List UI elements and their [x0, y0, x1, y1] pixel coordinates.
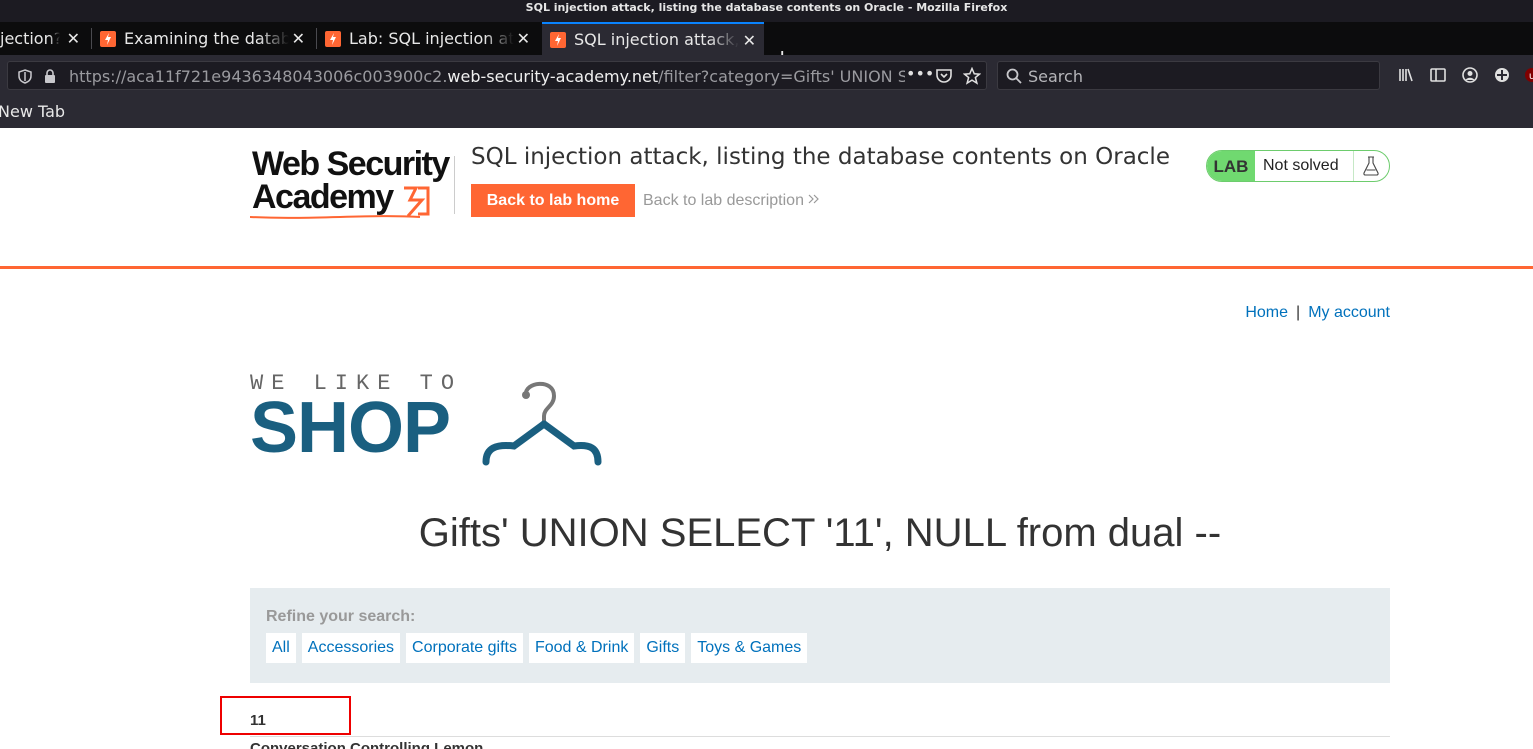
shop-logo[interactable]: WE LIKE TO SHOP	[250, 371, 462, 464]
lock-icon[interactable]	[44, 69, 56, 84]
tab-label: Lab: SQL injection attack	[349, 29, 514, 48]
home-link[interactable]: Home	[1245, 304, 1288, 321]
filter-toys-games[interactable]: Toys & Games	[691, 633, 808, 663]
lab-title: SQL injection attack, listing the databa…	[471, 144, 1170, 170]
svg-text:u: u	[1529, 71, 1533, 82]
logo-line1: Web Security	[252, 145, 450, 183]
account-icon[interactable]	[1462, 67, 1478, 83]
window-title: SQL injection attack, listing the databa…	[0, 0, 1533, 22]
bookmarks-toolbar: New Tab	[0, 95, 1533, 128]
filter-gifts[interactable]: Gifts	[640, 633, 686, 663]
result-divider	[250, 736, 1390, 737]
refine-label: Refine your search:	[266, 608, 416, 625]
close-icon[interactable]: ✕	[517, 29, 530, 48]
tab-examining-database[interactable]: Examining the database ✕	[100, 22, 313, 55]
filter-corporate-gifts[interactable]: Corporate gifts	[406, 633, 523, 663]
tab-sql-injection-active[interactable]: SQL injection attack, listing ✕	[542, 22, 764, 55]
lab-status-widget: LAB Not solved	[1206, 150, 1390, 182]
shield-icon[interactable]	[18, 69, 32, 84]
close-icon[interactable]: ✕	[292, 29, 305, 48]
filter-accessories[interactable]: Accessories	[301, 633, 401, 663]
category-heading: Gifts' UNION SELECT '11', NULL from dual…	[418, 511, 1222, 555]
url-path: /filter?category=Gifts' UNION SELECT	[658, 67, 905, 86]
shop-wordmark: SHOP	[250, 388, 451, 468]
library-icon[interactable]	[1398, 67, 1414, 83]
back-description-label: Back to lab description	[643, 192, 804, 209]
my-account-link[interactable]: My account	[1308, 304, 1390, 321]
tab-sql-injection[interactable]: jection? ✕	[0, 22, 88, 55]
close-icon[interactable]: ✕	[67, 29, 80, 48]
tab-label: SQL injection attack, listing	[574, 30, 739, 49]
category-filters: All Accessories Corporate gifts Food & D…	[266, 633, 813, 663]
header-divider	[454, 156, 455, 214]
url-prefix: https://aca11f721e9436348043006c003900c2…	[69, 67, 448, 86]
highlight-annotation	[220, 696, 351, 735]
logo-underline	[250, 215, 420, 219]
tab-divider	[316, 28, 317, 49]
filter-all[interactable]: All	[266, 633, 296, 663]
page-content: Web Security Academy SQL injection attac…	[0, 128, 1533, 749]
sidebar-icon[interactable]	[1430, 67, 1446, 83]
portswigger-favicon-icon	[550, 31, 566, 48]
tab-label: jection?	[0, 29, 60, 48]
tab-lab-sql-injection[interactable]: Lab: SQL injection attack ✕	[325, 22, 538, 55]
lightning-logo-icon	[404, 186, 430, 217]
portswigger-favicon-icon	[100, 30, 116, 47]
web-security-academy-logo[interactable]: Web Security Academy	[250, 145, 450, 219]
url-bar[interactable]: https://aca11f721e9436348043006c003900c2…	[7, 61, 987, 90]
lab-header: Web Security Academy SQL injection attac…	[0, 128, 1533, 269]
search-input[interactable]: Search	[1028, 67, 1083, 86]
url-host: web-security-academy.net	[447, 67, 659, 86]
filter-food-drink[interactable]: Food & Drink	[528, 633, 635, 663]
bookmark-new-tab[interactable]: New Tab	[0, 102, 65, 121]
url-text[interactable]: https://aca11f721e9436348043006c003900c2…	[69, 67, 905, 86]
product-name: Conversation Controlling Lemon	[250, 740, 484, 749]
search-icon	[1006, 68, 1022, 84]
tab-divider	[91, 28, 92, 49]
flask-icon	[1363, 156, 1379, 176]
search-bar[interactable]: Search	[997, 61, 1380, 90]
page-actions-icon[interactable]: •••	[906, 64, 934, 83]
tab-strip: jection? ✕ Examining the database ✕ Lab:…	[0, 22, 1533, 70]
tab-label: Examining the database	[124, 29, 289, 48]
back-to-lab-home-button[interactable]: Back to lab home	[471, 184, 635, 217]
bookmark-star-icon[interactable]	[963, 67, 981, 85]
filter-panel: Refine your search: All Accessories Corp…	[250, 588, 1390, 683]
lab-status-text: Not solved	[1263, 157, 1339, 174]
lab-badge: LAB	[1207, 151, 1255, 181]
pocket-icon[interactable]	[936, 69, 952, 83]
double-chevron-right-icon	[809, 194, 820, 204]
nav-separator: |	[1296, 304, 1301, 321]
top-nav-links: Home | My account	[1245, 304, 1390, 322]
extension-icon[interactable]	[1493, 66, 1511, 84]
ublock-icon[interactable]: u	[1524, 67, 1533, 83]
portswigger-favicon-icon	[325, 30, 341, 47]
hanger-icon	[482, 381, 602, 466]
close-icon[interactable]: ✕	[743, 31, 756, 50]
status-divider	[1353, 151, 1354, 181]
back-to-lab-description-link[interactable]: Back to lab description	[643, 192, 820, 210]
navigation-toolbar: https://aca11f721e9436348043006c003900c2…	[0, 55, 1533, 95]
